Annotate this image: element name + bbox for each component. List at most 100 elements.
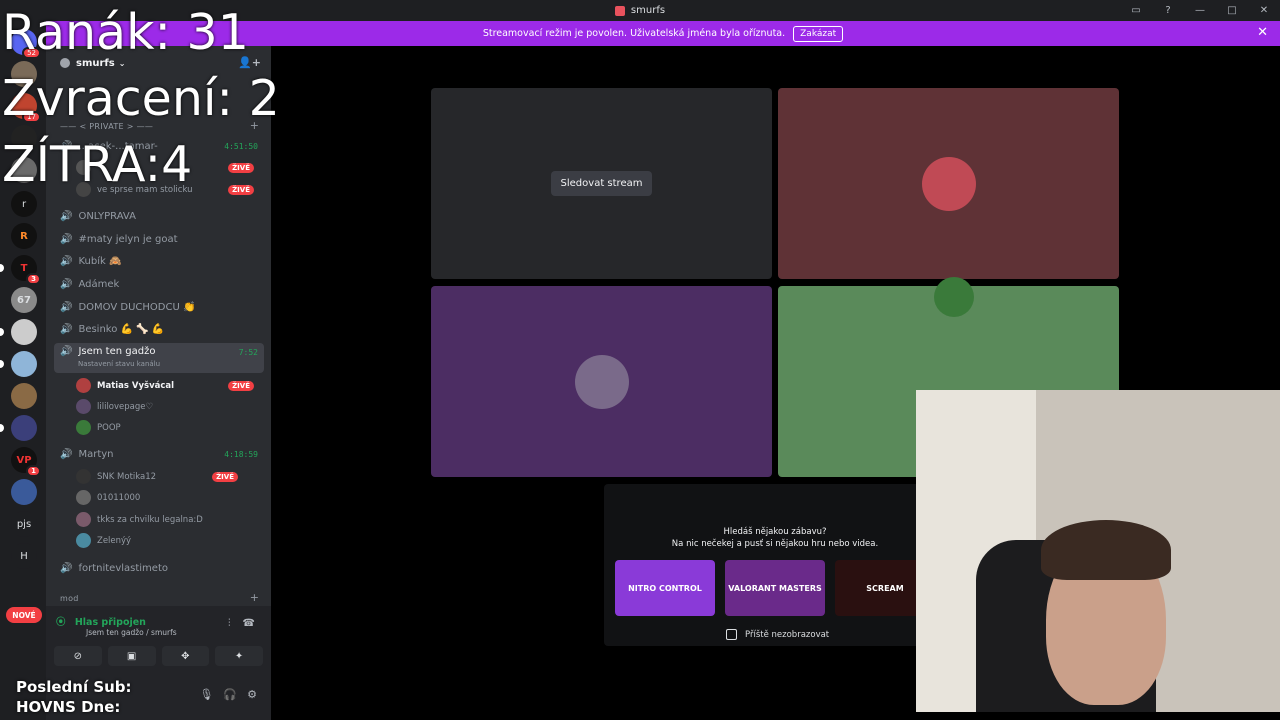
watch-stream-button[interactable]: Sledovat stream: [550, 171, 653, 196]
server-icon[interactable]: [11, 479, 37, 505]
voice-channel[interactable]: 🔊 #maty jelyn je goat: [54, 229, 264, 249]
voice-user[interactable]: Zelenýý: [76, 531, 264, 550]
live-badge: ŽIVĚ: [228, 380, 254, 391]
overlay-zvraceni: Zvracení: 2: [2, 70, 280, 127]
participant-tile[interactable]: [431, 286, 772, 477]
overlay-hovns: HOVNS Dne:: [16, 698, 121, 716]
server-icon[interactable]: 67: [11, 287, 37, 313]
channel-name: Besinko 💪 🦴 💪: [78, 323, 165, 335]
close-notice-icon[interactable]: ✕: [1257, 25, 1268, 40]
avatar: [76, 420, 91, 435]
speaker-icon: 🔊: [60, 233, 73, 245]
voice-user[interactable]: tkks za chvilku legalna:D: [76, 510, 264, 529]
create-channel-icon[interactable]: +: [250, 591, 259, 604]
server-icon-r[interactable]: r: [11, 191, 37, 217]
server-icon[interactable]: VP 1: [11, 447, 41, 477]
voice-channel[interactable]: 🔊 Kubík 🙈: [54, 251, 264, 271]
inbox-icon[interactable]: ▭: [1128, 5, 1144, 16]
avatar: [76, 533, 91, 548]
channel-name: #maty jelyn je goat: [78, 233, 178, 245]
unread-badge: 1: [26, 465, 41, 477]
soundboard-button[interactable]: ✦: [215, 646, 263, 666]
speaker-icon: 🔊: [60, 562, 73, 574]
voice-user[interactable]: 01011000: [76, 488, 264, 507]
unread-indicator: [0, 328, 4, 336]
channel-name: fortnitevlastimeto: [78, 562, 168, 574]
close-button[interactable]: ✕: [1256, 5, 1272, 16]
server-icon-pjs[interactable]: pjs: [11, 511, 37, 537]
channel-name: DOMOV DUCHODCU 👏: [78, 301, 196, 313]
live-badge: ŽIVĚ: [228, 162, 254, 173]
gear-icon[interactable]: ⚙: [247, 688, 257, 701]
avatar: [76, 469, 91, 484]
speaker-icon: 🔊: [60, 323, 73, 335]
voice-user[interactable]: SNK Motika12 ŽIVĚ: [76, 467, 264, 486]
headphones-icon[interactable]: 🎧: [223, 688, 237, 701]
webcam-hair: [1041, 520, 1171, 580]
server-icon[interactable]: [11, 383, 37, 409]
voice-channel[interactable]: 🔊 DOMOV DUCHODCU 👏: [54, 297, 264, 317]
camera-off-button[interactable]: ⊘: [54, 646, 102, 666]
microphone-icon[interactable]: 🎙: [199, 688, 213, 701]
user-name: lililovepage♡: [97, 401, 154, 412]
channel-name: Martyn: [78, 448, 114, 460]
activity-card[interactable]: NITRO CONTROL: [615, 560, 715, 616]
avatar: [76, 490, 91, 505]
noise-suppression-icon[interactable]: ⫶: [228, 618, 231, 629]
voice-user[interactable]: POOP: [76, 418, 264, 437]
dont-show-again-checkbox[interactable]: Příště nezobrazovat: [726, 629, 829, 640]
voice-channel[interactable]: 🔊 ONLYPRAVA: [54, 206, 264, 226]
server-icon[interactable]: T 3: [11, 255, 41, 285]
overlay-last-sub: Poslední Sub:: [16, 678, 132, 696]
channel-name: Adámek: [78, 278, 120, 290]
maximize-button[interactable]: □: [1224, 5, 1240, 16]
server-icon[interactable]: [11, 351, 37, 377]
avatar: [76, 512, 91, 527]
avatar: [76, 378, 91, 393]
avatar: [933, 276, 974, 317]
server-icon-h[interactable]: H: [11, 543, 37, 569]
voice-location: Jsem ten gadžo / smurfs: [86, 628, 177, 637]
minimize-button[interactable]: —: [1192, 5, 1208, 16]
voice-user[interactable]: Matias Vyšvácal ŽIVĚ: [76, 376, 264, 395]
disconnect-icon[interactable]: ☎: [243, 618, 255, 629]
voice-buttons: ⊘ ▣ ✥ ✦: [54, 646, 263, 666]
voice-channel[interactable]: 🔊 fortnitevlastimeto: [54, 558, 264, 578]
server-icon[interactable]: [11, 415, 37, 441]
activity-card[interactable]: SCREAM: [835, 560, 920, 616]
voice-channel[interactable]: 🔊 Besinko 💪 🦴 💪: [54, 319, 264, 339]
new-unreads-pill[interactable]: NOVÉ: [6, 607, 42, 623]
activity-card[interactable]: VALORANT MASTERS: [725, 560, 825, 616]
notice-text: Streamovací režim je povolen. Uživatelsk…: [482, 28, 786, 39]
server-icon[interactable]: R: [11, 223, 37, 249]
voice-status[interactable]: ⦿ Hlas připojen: [56, 614, 146, 628]
promo-subheading: Na nic nečekej a pusť si nějakou hru neb…: [671, 539, 879, 549]
channel-timer: 7:52: [238, 348, 258, 357]
unread-indicator: [0, 264, 4, 272]
window-title: smurfs: [630, 5, 666, 16]
disable-streamer-mode-button[interactable]: Zakázat: [793, 25, 844, 42]
user-name: POOP: [97, 422, 121, 433]
participant-tile[interactable]: [778, 88, 1119, 279]
user-name: SNK Motika12: [97, 471, 157, 482]
checkbox-icon: [726, 629, 737, 640]
unread-indicator: [0, 360, 4, 368]
app-icon: [614, 5, 625, 16]
category-mod[interactable]: mod: [60, 594, 79, 603]
share-screen-button[interactable]: ▣: [107, 646, 156, 666]
voice-user[interactable]: lililovepage♡: [76, 397, 264, 416]
server-icon[interactable]: [11, 319, 37, 345]
voice-channel-active[interactable]: 🔊 Jsem ten gadžo 7:52 Nastavení stavu ka…: [54, 343, 264, 373]
stream-tile[interactable]: Sledovat stream: [431, 88, 772, 279]
speaker-icon: 🔊: [60, 278, 73, 290]
avatar: [574, 354, 629, 409]
voice-actions: ⫶ ☎: [228, 618, 255, 629]
voice-channel[interactable]: 🔊 Adámek: [54, 274, 264, 294]
speaker-icon: 🔊: [60, 255, 73, 267]
voice-channel[interactable]: 🔊 Martyn 4:18:59: [54, 444, 264, 464]
overlay-ranak: Ranák: 31: [2, 4, 249, 61]
channel-timer: 4:51:50: [224, 141, 258, 151]
channel-status[interactable]: Nastavení stavu kanálu: [78, 360, 160, 368]
activities-button[interactable]: ✥: [161, 646, 210, 666]
help-icon[interactable]: ?: [1160, 5, 1176, 16]
